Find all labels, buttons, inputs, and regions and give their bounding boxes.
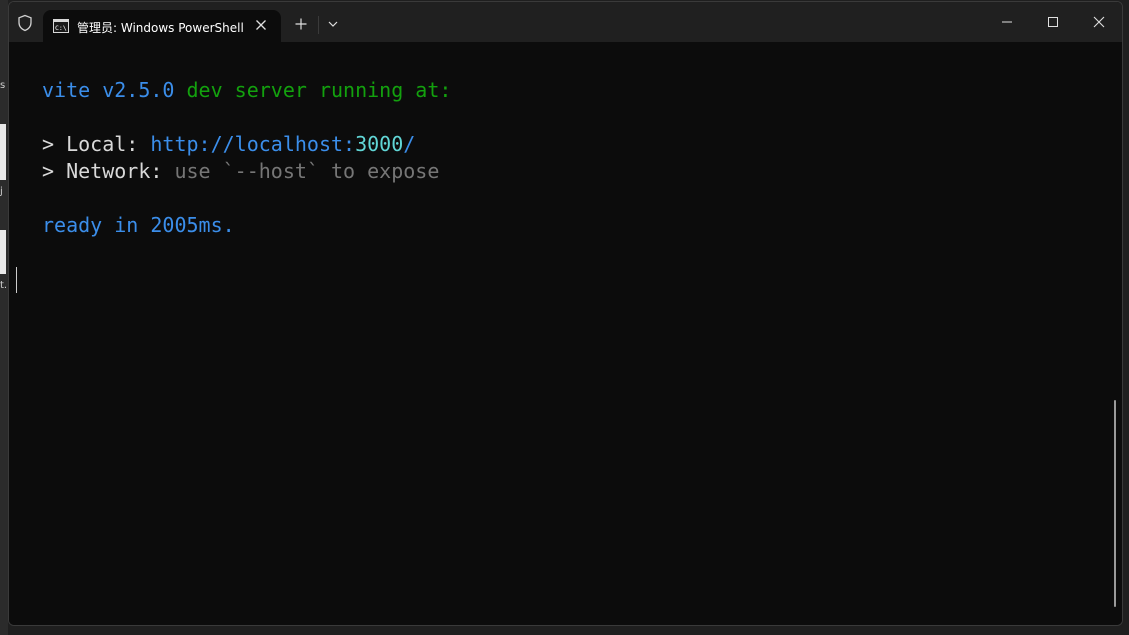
title-bar[interactable]: C:\ 管理员: Windows PowerShell <box>9 2 1122 42</box>
minimize-icon[interactable] <box>984 2 1030 42</box>
tab-divider <box>318 16 319 34</box>
banner-message: dev server running at: <box>186 78 452 102</box>
close-icon[interactable] <box>251 15 271 35</box>
local-url-base[interactable]: http://localhost: <box>150 132 355 156</box>
background-text-fragment: t. <box>0 280 8 291</box>
vite-name: vite <box>42 78 91 102</box>
network-line: > Network: use `--host` to expose <box>42 159 439 183</box>
close-window-icon[interactable] <box>1076 2 1122 42</box>
background-text-fragment: s <box>0 80 6 91</box>
vite-banner-line: vite v2.5.0 dev server running at: <box>42 78 451 102</box>
tab-powershell[interactable]: C:\ 管理员: Windows PowerShell <box>43 10 281 42</box>
background-card <box>0 230 6 274</box>
scrollbar[interactable] <box>1114 400 1116 607</box>
background-card <box>0 124 6 180</box>
text-cursor <box>16 267 17 293</box>
chevron-down-icon[interactable] <box>324 15 342 33</box>
local-url-port[interactable]: 3000 <box>355 132 403 156</box>
terminal-icon: C:\ <box>53 18 69 33</box>
tab-title: 管理员: Windows PowerShell <box>77 21 244 35</box>
background-window-edge: s j t. <box>0 0 8 635</box>
svg-text:C:\: C:\ <box>55 24 67 32</box>
ready-line: ready in 2005ms. <box>42 213 235 237</box>
local-url-tail[interactable]: / <box>403 132 415 156</box>
plus-icon[interactable] <box>291 14 311 34</box>
network-label: Network: <box>66 159 163 183</box>
network-prefix: > <box>42 159 67 183</box>
local-label: Local: <box>66 132 139 156</box>
terminal-output[interactable]: vite v2.5.0 dev server running at: > Loc… <box>9 42 1122 625</box>
shield-icon <box>16 14 34 32</box>
local-url-line: > Local: http://localhost:3000/ <box>42 132 415 156</box>
local-prefix: > <box>42 132 67 156</box>
maximize-icon[interactable] <box>1030 2 1076 42</box>
background-text-fragment: j <box>0 186 3 197</box>
network-hint: use `--host` to expose <box>174 159 440 183</box>
vite-version: v2.5.0 <box>102 78 175 102</box>
terminal-window: C:\ 管理员: Windows PowerShell vite v2.5.0 … <box>8 1 1123 626</box>
